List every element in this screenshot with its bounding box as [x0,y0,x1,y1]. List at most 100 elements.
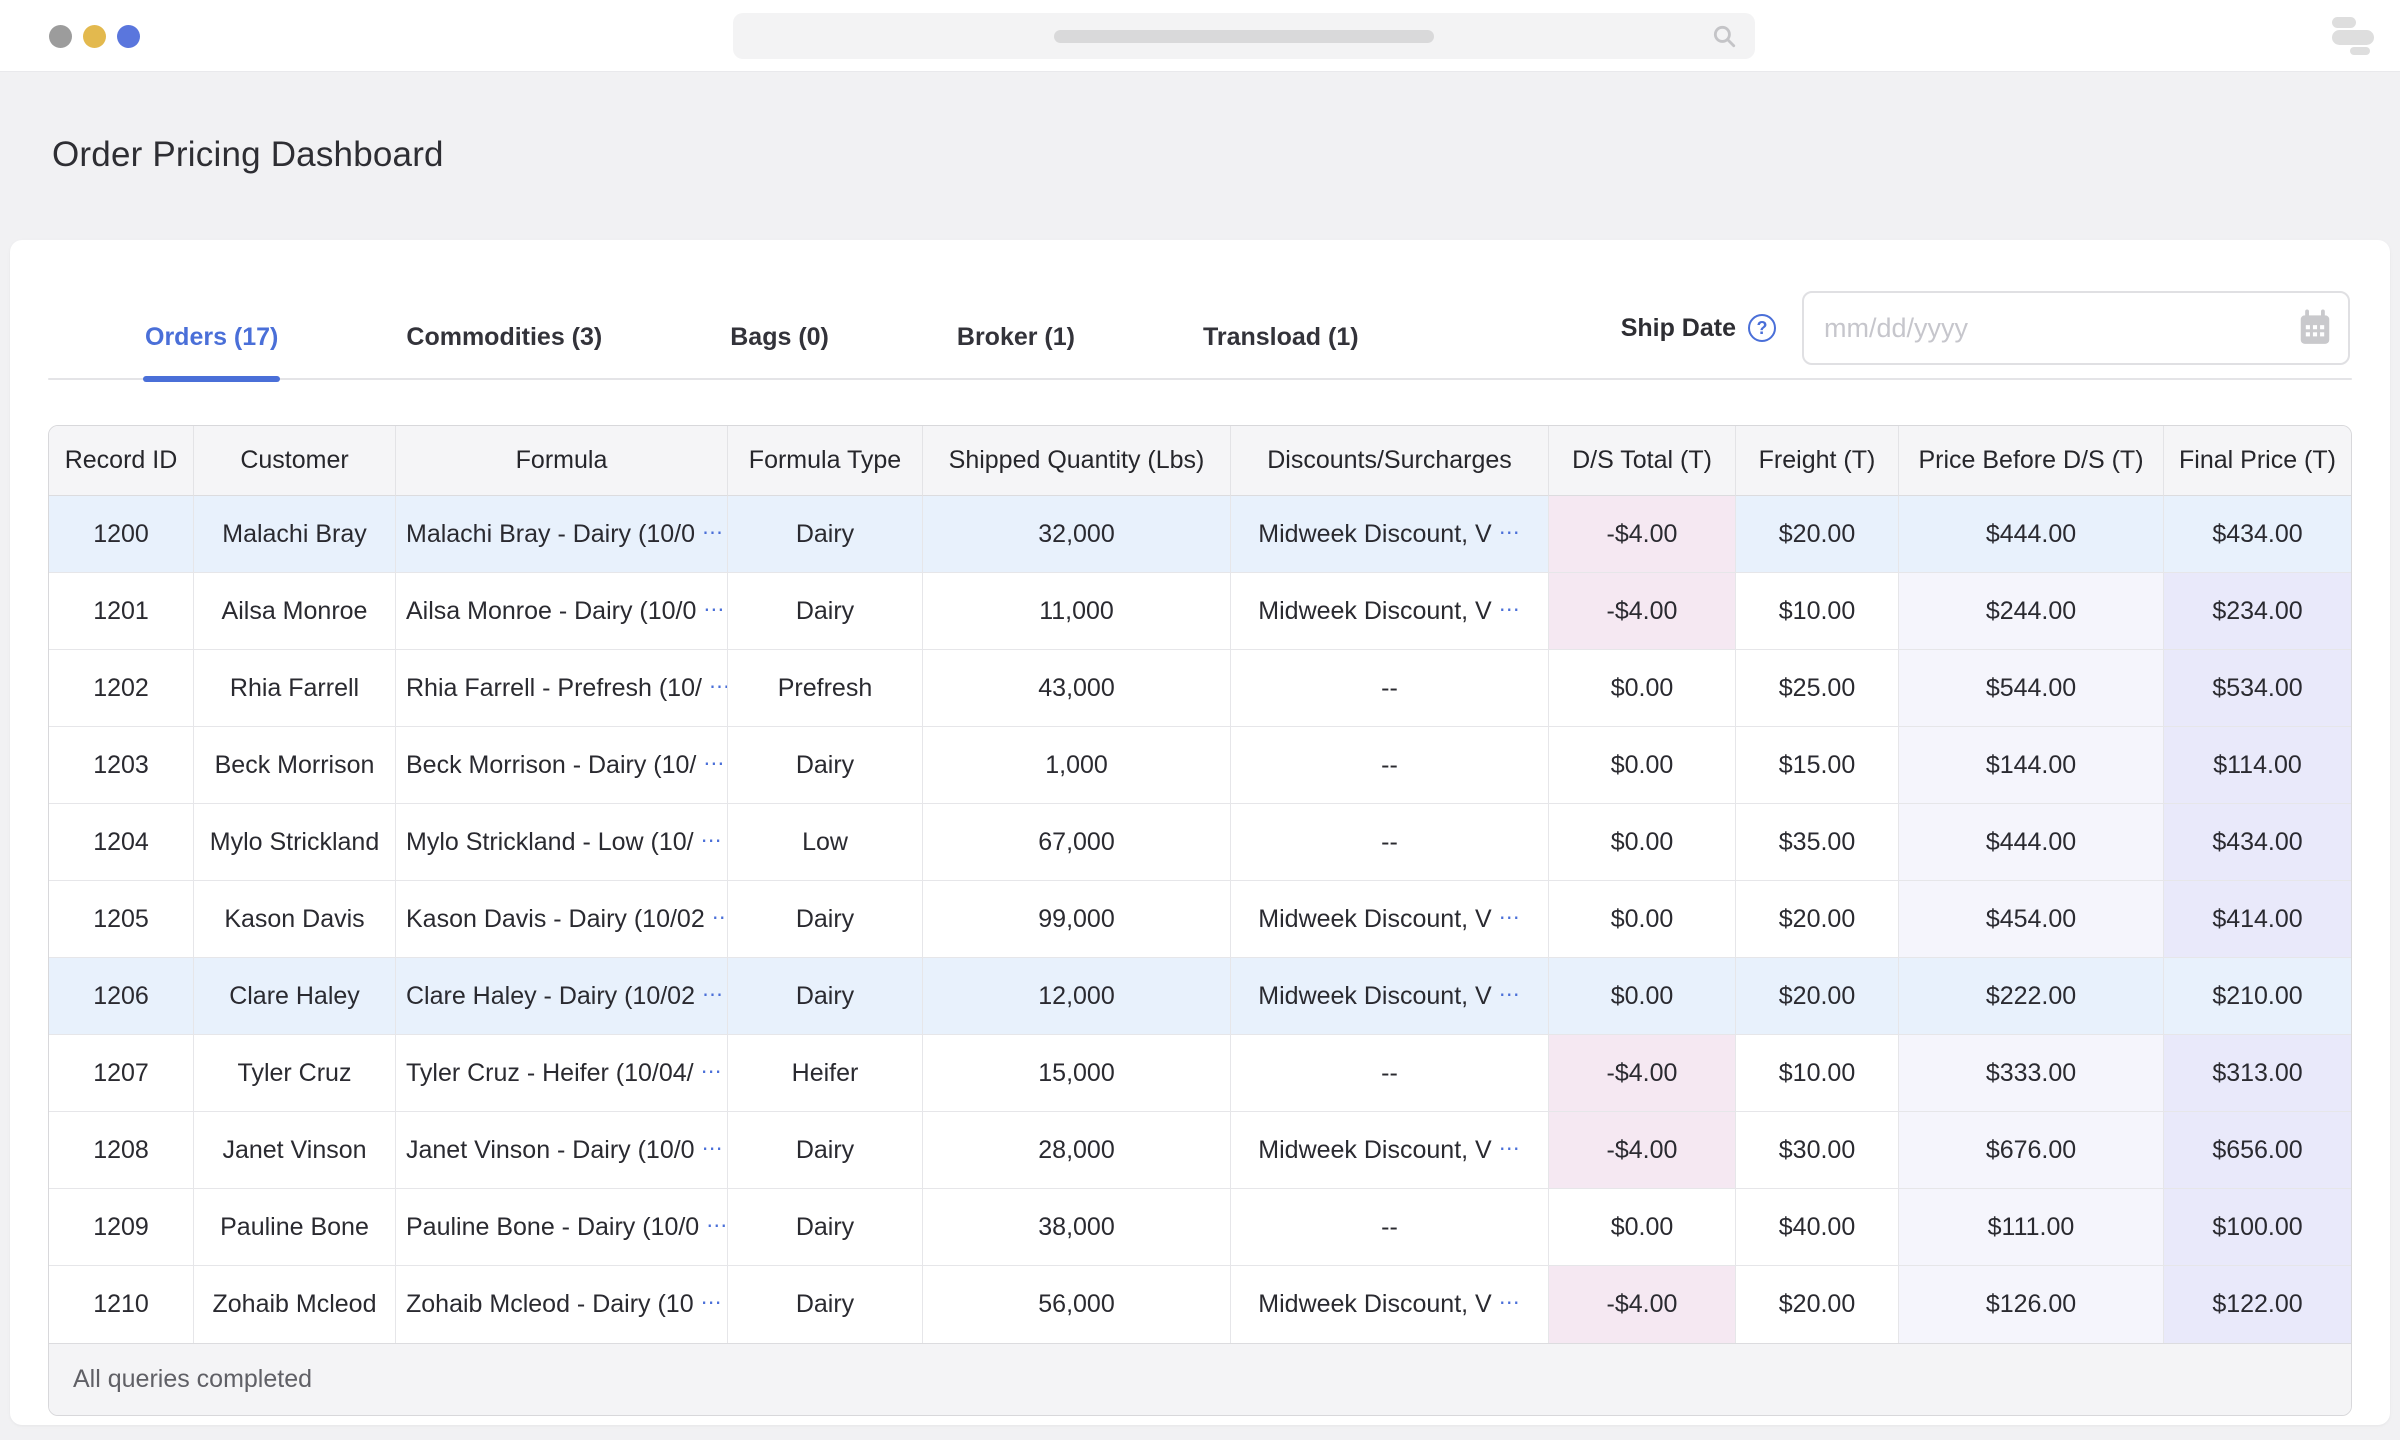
cell-record-id: 1208 [49,1112,194,1189]
truncated-ellipsis-icon[interactable]: ⋯ [701,1291,723,1314]
table-row-1201[interactable]: 1201Ailsa MonroeAilsa Monroe - Dairy (10… [49,573,2351,650]
cell-formula-type: Dairy [728,496,923,573]
truncated-ellipsis-icon[interactable]: ⋯ [1499,906,1521,929]
cell-final-price: $313.00 [2164,1035,2351,1112]
orders-data-grid: Record IDCustomerFormulaFormula TypeShip… [49,426,2351,1343]
cell-customer: Kason Davis [194,881,396,958]
cell-price-before-ds: $544.00 [1899,650,2164,727]
tab-commodities-3[interactable]: Commodities (3) [406,323,602,380]
cell-customer: Janet Vinson [194,1112,396,1189]
cell-customer: Clare Haley [194,958,396,1035]
cell-discounts-surcharges: -- [1231,804,1549,881]
cell-price-before-ds: $244.00 [1899,573,2164,650]
cell-record-id: 1203 [49,727,194,804]
window-dot-blue[interactable] [117,25,140,48]
cell-formula: Rhia Farrell - Prefresh (10/⋯ [396,650,728,727]
column-header-price-before-ds: Price Before D/S (T) [1899,426,2164,496]
cell-formula-type: Low [728,804,923,881]
table-row-1208[interactable]: 1208Janet VinsonJanet Vinson - Dairy (10… [49,1112,2351,1189]
cell-freight: $40.00 [1736,1189,1899,1266]
cell-ds-total: $0.00 [1549,727,1736,804]
cell-record-id: 1209 [49,1189,194,1266]
cell-customer: Mylo Strickland [194,804,396,881]
truncated-ellipsis-icon[interactable]: ⋯ [702,521,724,544]
cell-shipped-quantity: 1,000 [923,727,1231,804]
cell-formula-type: Dairy [728,1189,923,1266]
window-controls [49,25,140,48]
cell-ds-total: $0.00 [1549,881,1736,958]
cell-customer: Malachi Bray [194,496,396,573]
cell-ds-total: $0.00 [1549,804,1736,881]
help-icon[interactable]: ? [1748,314,1776,342]
tab-broker-1[interactable]: Broker (1) [957,323,1075,380]
cell-discounts-surcharges: Midweek Discount, V⋯ [1231,1266,1549,1343]
tab-transload-1[interactable]: Transload (1) [1203,323,1359,380]
truncated-ellipsis-icon[interactable]: ⋯ [1499,521,1521,544]
cell-formula-type: Dairy [728,727,923,804]
truncated-ellipsis-icon[interactable]: ⋯ [703,598,725,621]
tab-bags-0[interactable]: Bags (0) [730,323,829,380]
cell-ds-total: -$4.00 [1549,573,1736,650]
cell-formula: Beck Morrison - Dairy (10/⋯ [396,727,728,804]
cell-freight: $20.00 [1736,958,1899,1035]
table-row-1203[interactable]: 1203Beck MorrisonBeck Morrison - Dairy (… [49,727,2351,804]
cell-customer: Zohaib Mcleod [194,1266,396,1343]
cell-shipped-quantity: 11,000 [923,573,1231,650]
truncated-ellipsis-icon[interactable]: ⋯ [1499,983,1521,1006]
ship-date-input[interactable] [1802,291,2350,365]
cell-shipped-quantity: 12,000 [923,958,1231,1035]
cell-formula-type: Dairy [728,958,923,1035]
cell-discounts-surcharges: -- [1231,1189,1549,1266]
tab-list: Orders (17) Commodities (3) Bags (0) Broker… [145,323,1359,380]
cell-discounts-surcharges: Midweek Discount, V⋯ [1231,496,1549,573]
cell-discounts-surcharges: -- [1231,650,1549,727]
window-dot-gray[interactable] [49,25,72,48]
cell-freight: $30.00 [1736,1112,1899,1189]
column-header-formula: Formula [396,426,728,496]
table-row-1207[interactable]: 1207Tyler CruzTyler Cruz - Heifer (10/04… [49,1035,2351,1112]
ship-date-control: Ship Date ? [1621,291,2350,365]
table-row-1205[interactable]: 1205Kason DavisKason Davis - Dairy (10/0… [49,881,2351,958]
cell-shipped-quantity: 67,000 [923,804,1231,881]
truncated-ellipsis-icon[interactable]: ⋯ [701,1060,723,1083]
truncated-ellipsis-icon[interactable]: ⋯ [701,829,723,852]
stacked-bars-icon[interactable] [2332,14,2378,58]
truncated-ellipsis-icon[interactable]: ⋯ [712,906,728,929]
cell-record-id: 1200 [49,496,194,573]
truncated-ellipsis-icon[interactable]: ⋯ [1499,1137,1521,1160]
cell-discounts-surcharges: Midweek Discount, V⋯ [1231,881,1549,958]
cell-formula: Janet Vinson - Dairy (10/0⋯ [396,1112,728,1189]
window-dot-gold[interactable] [83,25,106,48]
orders-table: Record IDCustomerFormulaFormula TypeShip… [48,425,2352,1416]
truncated-ellipsis-icon[interactable]: ⋯ [706,1214,728,1237]
cell-final-price: $210.00 [2164,958,2351,1035]
cell-formula-type: Dairy [728,573,923,650]
tab-orders-17[interactable]: Orders (17) [145,323,278,380]
table-row-1200[interactable]: 1200Malachi BrayMalachi Bray - Dairy (10… [49,496,2351,573]
cell-freight: $20.00 [1736,496,1899,573]
cell-final-price: $122.00 [2164,1266,2351,1343]
cell-ds-total: $0.00 [1549,650,1736,727]
truncated-ellipsis-icon[interactable]: ⋯ [702,983,724,1006]
table-row-1209[interactable]: 1209Pauline BonePauline Bone - Dairy (10… [49,1189,2351,1266]
truncated-ellipsis-icon[interactable]: ⋯ [709,675,728,698]
cell-formula: Mylo Strickland - Low (10/⋯ [396,804,728,881]
cell-final-price: $114.00 [2164,727,2351,804]
ship-date-label: Ship Date [1621,314,1736,343]
cell-customer: Beck Morrison [194,727,396,804]
table-header-row: Record IDCustomerFormulaFormula TypeShip… [49,426,2351,496]
truncated-ellipsis-icon[interactable]: ⋯ [1499,1291,1521,1314]
address-search-bar[interactable] [733,13,1755,59]
cell-shipped-quantity: 43,000 [923,650,1231,727]
truncated-ellipsis-icon[interactable]: ⋯ [1499,598,1521,621]
app-window: Order Pricing Dashboard Orders (17)Commo… [0,0,2400,1440]
truncated-ellipsis-icon[interactable]: ⋯ [703,752,725,775]
table-row-1206[interactable]: 1206Clare HaleyClare Haley - Dairy (10/0… [49,958,2351,1035]
truncated-ellipsis-icon[interactable]: ⋯ [702,1137,724,1160]
column-header-ds-total: D/S Total (T) [1549,426,1736,496]
table-row-1210[interactable]: 1210Zohaib McleodZohaib Mcleod - Dairy (… [49,1266,2351,1343]
cell-record-id: 1207 [49,1035,194,1112]
calendar-icon[interactable] [2296,309,2334,347]
table-row-1204[interactable]: 1204Mylo StricklandMylo Strickland - Low… [49,804,2351,881]
table-row-1202[interactable]: 1202Rhia FarrellRhia Farrell - Prefresh … [49,650,2351,727]
